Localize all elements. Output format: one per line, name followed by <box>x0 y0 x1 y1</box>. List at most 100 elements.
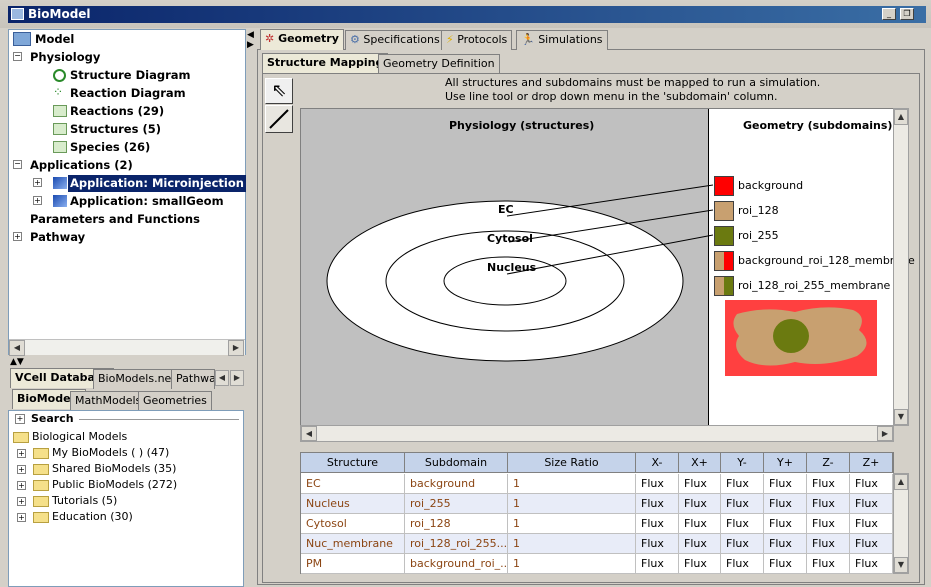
tree-parameters-functions[interactable]: Parameters and Functions <box>30 212 200 226</box>
table-cell[interactable]: Flux <box>807 554 850 574</box>
table-cell[interactable]: Flux <box>764 494 807 514</box>
table-cell[interactable]: Flux <box>807 474 850 494</box>
column-header-z-plus[interactable]: Z+ <box>850 453 893 473</box>
tree-item-species[interactable]: Species (26) <box>70 140 150 154</box>
model-tree[interactable]: Model − Physiology Structure Diagram ⁘ R… <box>8 29 246 356</box>
tree-horizontal-scrollbar[interactable]: ◀ ▶ <box>9 339 245 356</box>
expand-icon[interactable]: − <box>13 160 22 169</box>
subdomain-swatch-roi-255[interactable] <box>714 226 734 246</box>
table-cell[interactable]: Flux <box>636 554 679 574</box>
tree-biological-models[interactable]: Biological Models <box>32 430 127 443</box>
table-cell[interactable]: 1 <box>508 494 636 514</box>
tree-applications[interactable]: Applications (2) <box>30 158 133 172</box>
expand-icon[interactable]: − <box>13 52 22 61</box>
table-cell[interactable]: Flux <box>721 474 764 494</box>
tab-mathmodels[interactable]: MathModels <box>70 391 147 411</box>
scroll-up-button[interactable]: ▲ <box>894 109 908 125</box>
table-cell[interactable]: Flux <box>679 534 721 554</box>
table-cell[interactable]: Flux <box>850 534 893 554</box>
table-cell[interactable]: Flux <box>850 474 893 494</box>
table-cell[interactable]: Flux <box>807 534 850 554</box>
table-cell[interactable]: Flux <box>764 534 807 554</box>
tree-item-reactions[interactable]: Reactions (29) <box>70 104 164 118</box>
subdomain-swatch-bg-roi128-membrane[interactable] <box>714 251 734 271</box>
table-cell[interactable]: 1 <box>508 554 636 574</box>
table-cell[interactable]: Flux <box>721 554 764 574</box>
structure-mapping-table[interactable]: Structure Subdomain Size Ratio X- X+ Y- … <box>300 452 894 574</box>
expand-icon[interactable]: + <box>17 465 26 474</box>
diagram-vscrollbar[interactable]: ▲ ▼ <box>893 108 909 426</box>
table-cell[interactable]: Flux <box>679 514 721 534</box>
search-toggle[interactable]: Search <box>31 412 74 425</box>
tree-pathway[interactable]: Pathway <box>30 230 85 244</box>
tree-public-biomodels[interactable]: Public BioModels (272) <box>52 478 177 491</box>
tab-protocols[interactable]: ⚡ Protocols <box>441 30 513 50</box>
table-cell[interactable]: Flux <box>721 534 764 554</box>
table-cell[interactable]: Flux <box>679 554 721 574</box>
table-vscrollbar[interactable]: ▲ ▼ <box>893 473 909 574</box>
column-header-y-plus[interactable]: Y+ <box>764 453 807 473</box>
column-header-z-minus[interactable]: Z- <box>807 453 850 473</box>
expand-icon[interactable]: + <box>33 178 42 187</box>
tab-specifications[interactable]: ⚙ Specifications <box>345 30 445 50</box>
line-tool-button[interactable] <box>265 105 293 133</box>
tree-physiology[interactable]: Physiology <box>30 50 100 64</box>
table-cell[interactable]: EC <box>301 474 405 494</box>
column-header-y-minus[interactable]: Y- <box>721 453 764 473</box>
tree-item-application-smallgeom[interactable]: Application: smallGeom <box>70 194 224 208</box>
table-cell[interactable]: Flux <box>679 474 721 494</box>
scroll-down-button[interactable]: ▼ <box>894 557 908 573</box>
select-tool-button[interactable]: ⇖ <box>265 78 293 104</box>
table-cell[interactable]: Flux <box>850 554 893 574</box>
column-header-subdomain[interactable]: Subdomain <box>405 453 508 473</box>
scroll-left-button[interactable]: ◀ <box>301 426 317 441</box>
table-cell[interactable]: Flux <box>764 514 807 534</box>
mapping-line-ec[interactable] <box>506 184 714 217</box>
table-cell[interactable]: Flux <box>764 554 807 574</box>
table-cell[interactable]: Flux <box>636 534 679 554</box>
table-cell[interactable]: Flux <box>636 494 679 514</box>
scroll-down-button[interactable]: ▼ <box>894 409 908 425</box>
tree-item-structure-diagram[interactable]: Structure Diagram <box>70 68 191 82</box>
scroll-right-button[interactable]: ▶ <box>228 340 244 356</box>
table-cell[interactable]: Nucleus <box>301 494 405 514</box>
expand-icon[interactable]: + <box>17 481 26 490</box>
table-cell[interactable]: roi_128 <box>405 514 508 534</box>
tab-pathway[interactable]: Pathway <box>171 369 215 389</box>
expand-icon[interactable]: + <box>17 513 26 522</box>
table-cell[interactable]: Nuc_membrane <box>301 534 405 554</box>
tree-education[interactable]: Education (30) <box>52 510 133 523</box>
table-cell[interactable]: Cytosol <box>301 514 405 534</box>
table-cell[interactable]: Flux <box>721 494 764 514</box>
tab-geometry-definition[interactable]: Geometry Definition <box>378 54 500 74</box>
tree-shared-biomodels[interactable]: Shared BioModels (35) <box>52 462 176 475</box>
structure-mapping-diagram[interactable]: Physiology (structures) Geometry (subdom… <box>300 108 915 426</box>
table-cell[interactable]: Flux <box>721 514 764 534</box>
column-header-size-ratio[interactable]: Size Ratio <box>508 453 636 473</box>
tree-item-structures[interactable]: Structures (5) <box>70 122 161 136</box>
tree-tutorials[interactable]: Tutorials (5) <box>52 494 117 507</box>
subdomain-swatch-roi-128[interactable] <box>714 201 734 221</box>
table-cell[interactable]: roi_128_roi_255... <box>405 534 508 554</box>
table-cell[interactable]: 1 <box>508 474 636 494</box>
tab-geometries[interactable]: Geometries <box>138 391 212 411</box>
table-cell[interactable]: Flux <box>636 474 679 494</box>
table-cell[interactable]: Flux <box>807 494 850 514</box>
scroll-up-button[interactable]: ▲ <box>894 474 908 490</box>
table-cell[interactable]: Flux <box>636 514 679 534</box>
diagram-hscrollbar[interactable]: ◀ ▶ <box>300 425 894 442</box>
table-cell[interactable]: Flux <box>764 474 807 494</box>
column-header-structure[interactable]: Structure <box>301 453 405 473</box>
expand-icon[interactable]: + <box>33 196 42 205</box>
table-cell[interactable]: 1 <box>508 534 636 554</box>
scroll-right-button[interactable]: ▶ <box>877 426 893 441</box>
table-cell[interactable]: Flux <box>679 494 721 514</box>
tab-scroll-left-button[interactable]: ◀ <box>215 370 229 386</box>
table-cell[interactable]: background <box>405 474 508 494</box>
column-header-x-plus[interactable]: X+ <box>679 453 721 473</box>
expand-icon[interactable]: + <box>17 449 26 458</box>
expand-icon[interactable]: + <box>13 232 22 241</box>
tab-scroll-right-button[interactable]: ▶ <box>230 370 244 386</box>
scroll-left-button[interactable]: ◀ <box>9 340 25 356</box>
tree-my-biomodels[interactable]: My BioModels ( ) (47) <box>52 446 169 459</box>
